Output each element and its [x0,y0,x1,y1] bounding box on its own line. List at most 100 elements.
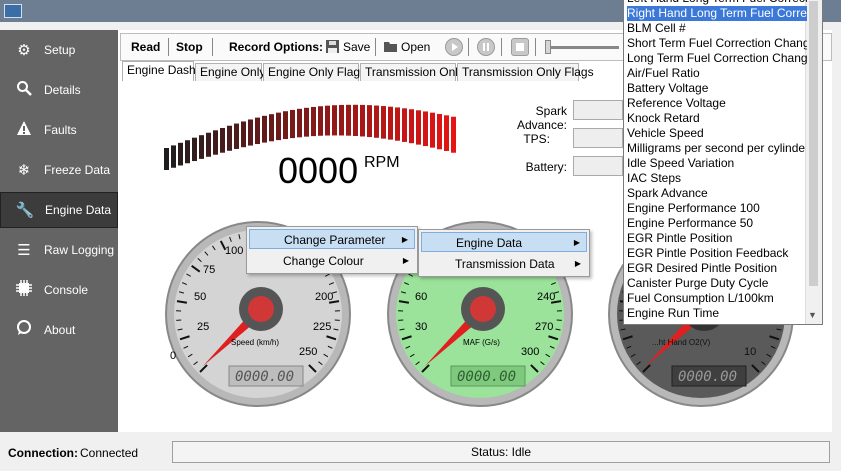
stop-icon [516,43,524,51]
sidebar-item-console[interactable]: Console [0,272,118,308]
save-button[interactable]: Save [343,34,370,60]
parameter-list-item[interactable]: Vehicle Speed [627,126,807,141]
save-icon [325,39,340,57]
o2-gauge-label: ...ht Hand O2(V) [652,338,711,347]
sidebar-item-label: About [44,323,76,337]
spark-advance-label: Spark Advance: [516,104,567,132]
snowflake-icon: ❄ [17,161,31,179]
tab-transmission-only-flags[interactable]: Transmission Only Flags [457,63,594,81]
speed-tick-label: 50 [194,291,206,303]
pause-button[interactable] [477,38,495,56]
sidebar-item-setup[interactable]: ⚙ Setup [0,32,118,68]
sidebar-item-label: Details [44,83,81,97]
parameter-list-item[interactable]: Right Hand Long Term Fuel Corre [627,6,807,21]
sidebar: ⚙ Setup Details Faults ❄ Freeze Data 🔧 E… [0,30,118,432]
sidebar-item-label: Console [44,283,89,297]
parameter-list-item[interactable]: EGR Desired Pintle Position [627,261,807,276]
sidebar-item-raw-logging[interactable]: ☰ Raw Logging [0,232,118,268]
tab-engine-dash[interactable]: Engine Dash [122,61,196,81]
parameter-list-item[interactable]: Spark Advance [627,186,807,201]
parameter-list-item[interactable]: Air/Fuel Ratio [627,66,807,81]
warning-icon [14,120,34,140]
parameter-list-item[interactable]: Milligrams per second per cylinde [627,141,807,156]
rpm-bar-segment [444,115,449,151]
parameter-list-item[interactable]: Long Term Fuel Correction Chang [627,51,807,66]
parameter-list-item[interactable]: Fuel Consumption L/100km [627,291,807,306]
parameter-list-item[interactable]: Knock Retard [627,111,807,126]
rpm-bar-segment [395,107,400,141]
playback-slider-thumb[interactable] [545,40,551,54]
parameter-list[interactable]: ▼ Left Hand Long Term Fuel CorrectRight … [623,0,823,325]
rpm-unit: RPM [364,154,400,171]
parameter-list-item[interactable]: EGR Pintle Position [627,231,807,246]
play-icon [452,43,458,51]
toolbar-separator [375,38,376,56]
parameter-list-item[interactable]: Battery Voltage [627,81,807,96]
rpm-bar-segment [423,111,428,147]
parameter-list-item[interactable]: Engine Performance 100 [627,201,807,216]
rpm-bar-segment [311,106,316,137]
parameter-list-item[interactable]: BLM Cell # [627,21,807,36]
sidebar-item-details[interactable]: Details [0,72,118,108]
chevron-down-icon[interactable]: ▼ [808,310,817,320]
tab-transmission-only[interactable]: Transmission Only [360,63,464,81]
record-options-label: Record Options: [229,40,324,54]
parameter-list-item[interactable]: EGR Pintle Position Feedback [627,246,807,261]
rpm-bar-segment [185,140,190,164]
rpm-bar-segment [234,123,239,149]
maf-lcd: 0000.00 [457,369,516,385]
parameter-list-item[interactable]: Engine Performance 50 [627,216,807,231]
speed-gauge-label: Speed (km/h) [231,338,279,347]
tps-field [573,128,623,148]
play-button[interactable] [445,38,463,56]
open-button[interactable]: Open [401,34,430,60]
speed-tick-label: 25 [197,321,209,333]
parameter-list-item[interactable]: Idle Speed Variation [627,156,807,171]
rpm-bar-segment [297,108,302,138]
pause-icon [483,43,489,51]
parameter-list-item[interactable]: Engine Run Time [627,306,807,321]
rpm-bar-segment [206,132,211,157]
spark-advance-field [573,100,623,120]
menu-item-change-parameter[interactable]: Change Parameter ▶ [249,229,415,249]
tab-engine-only-flags[interactable]: Engine Only Flags [263,63,366,81]
rpm-value: 0000 [278,150,359,191]
rpm-bar-segment [199,135,204,159]
menu-item-label: Change Parameter [284,233,386,247]
sidebar-item-engine-data[interactable]: 🔧 Engine Data [0,192,118,228]
sidebar-item-faults[interactable]: Faults [0,112,118,148]
rpm-bar-segment [192,137,197,162]
rpm-bar-segment [304,107,309,137]
scrollbar-thumb[interactable] [809,1,818,286]
tab-engine-only[interactable]: Engine Only [195,63,265,81]
rpm-bar-segment [241,121,246,148]
menu-lines-icon: ☰ [17,241,31,259]
parameter-list-item[interactable]: Canister Purge Duty Cycle [627,276,807,291]
engine-submenu: Engine Data ▶ Transmission Data ▶ [418,229,590,277]
chat-icon [14,320,34,340]
speed-tick-label: 0 [170,350,176,362]
menu-item-transmission-data[interactable]: Transmission Data ▶ [421,254,587,274]
maf-tick-label: 270 [535,321,553,333]
status-text: Status: Idle [172,441,830,463]
playback-slider-track[interactable] [549,46,619,49]
tps-label: TPS: [523,132,550,146]
menu-item-change-colour[interactable]: Change Colour ▶ [249,251,415,271]
parameter-list-item[interactable]: Reference Voltage [627,96,807,111]
parameter-list-scrollbar[interactable]: ▼ [805,0,822,324]
speed-tick-label: 75 [203,264,215,276]
rpm-bar-segment [178,142,183,166]
maf-gauge-label: MAF (G/s) [463,338,500,347]
stop-button[interactable]: Stop [176,34,203,60]
toolbar-separator [535,38,536,56]
stop-record-button[interactable] [511,38,529,56]
maf-hub-center [470,296,496,322]
read-button[interactable]: Read [131,34,160,60]
menu-item-engine-data[interactable]: Engine Data ▶ [421,232,587,252]
sidebar-item-about[interactable]: About [0,312,118,348]
rpm-bar-segment [374,105,379,138]
parameter-list-item[interactable]: Short Term Fuel Correction Chang [627,36,807,51]
parameter-list-item[interactable]: IAC Steps [627,171,807,186]
rpm-bar-segment [269,114,274,142]
sidebar-item-freeze-data[interactable]: ❄ Freeze Data [0,152,118,188]
